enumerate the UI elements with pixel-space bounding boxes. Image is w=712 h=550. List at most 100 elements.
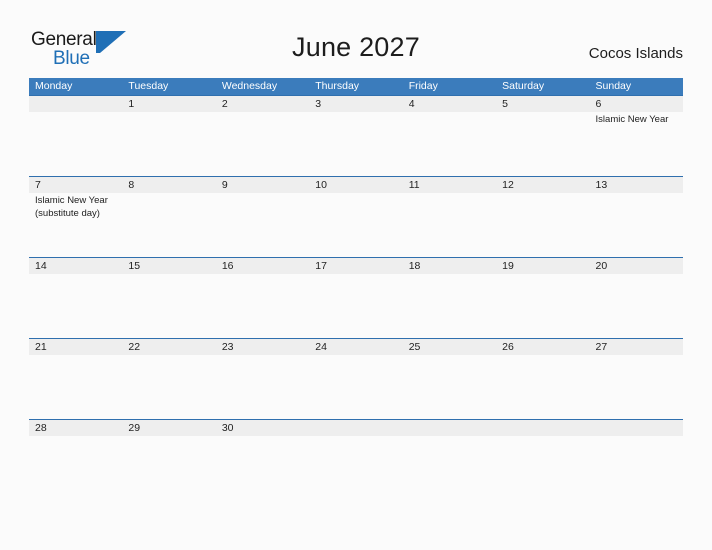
day-number-band bbox=[122, 96, 216, 112]
day-header-friday: Friday bbox=[408, 80, 438, 92]
day-number: 12 bbox=[502, 179, 514, 191]
calendar-week-cells: 7 Islamic New Year (substitute day) 8 9 10 11 1… bbox=[29, 177, 683, 257]
calendar-day-cell[interactable]: 1 bbox=[122, 96, 216, 176]
day-number: 5 bbox=[502, 98, 508, 110]
day-event-label: Islamic New Year bbox=[595, 114, 669, 125]
day-number: 16 bbox=[221, 260, 234, 272]
day-number: 19 bbox=[502, 260, 514, 272]
calendar-day-cell[interactable]: 25 bbox=[402, 339, 497, 419]
calendar-day-cell[interactable]: 8 bbox=[122, 177, 216, 257]
calendar-page: General Blue June 2027 Cocos Islands Mon… bbox=[0, 0, 712, 550]
day-events: Islamic New Year (substitute day) bbox=[35, 194, 119, 220]
calendar-day-cell[interactable]: 22 bbox=[122, 339, 216, 419]
day-number-band bbox=[496, 96, 590, 112]
calendar-day-cell[interactable]: 10 bbox=[309, 177, 403, 257]
day-number: 25 bbox=[408, 341, 421, 353]
day-number-band bbox=[29, 96, 123, 112]
day-header-monday: Monday bbox=[35, 80, 73, 92]
calendar-day-cell[interactable]: 2 bbox=[215, 96, 310, 176]
day-number-band bbox=[402, 420, 497, 436]
calendar-day-cell[interactable]: 6 Islamic New Year bbox=[589, 96, 683, 176]
calendar-day-cell[interactable]: 9 bbox=[215, 177, 310, 257]
calendar-day-cell[interactable]: 3 bbox=[309, 96, 403, 176]
day-number: 22 bbox=[128, 341, 141, 353]
day-event-label: Islamic New Year bbox=[35, 195, 108, 206]
day-number-band bbox=[496, 420, 590, 436]
calendar-day-cell[interactable]: 30 bbox=[215, 420, 310, 500]
day-number: 2 bbox=[221, 98, 228, 110]
calendar-day-cell[interactable]: 4 bbox=[402, 96, 497, 176]
calendar-day-cell[interactable]: 14 bbox=[29, 258, 123, 338]
day-number: 23 bbox=[221, 341, 234, 353]
day-number: 15 bbox=[128, 260, 141, 272]
day-number: 3 bbox=[315, 98, 322, 110]
calendar-week-cells: 14 15 16 17 18 19 20 bbox=[29, 258, 683, 338]
calendar-week-row: 21 22 23 24 25 26 27 bbox=[29, 338, 683, 419]
calendar-day-cell[interactable]: 13 bbox=[589, 177, 683, 257]
day-number-band bbox=[402, 96, 497, 112]
day-number-band bbox=[215, 96, 310, 112]
calendar-week-cells: 28 29 30 bbox=[29, 420, 683, 500]
region-label: Cocos Islands bbox=[588, 45, 683, 62]
day-number: 13 bbox=[595, 179, 608, 191]
day-header-wednesday: Wednesday bbox=[221, 80, 278, 92]
day-header-tuesday: Tuesday bbox=[128, 80, 169, 92]
day-number: 21 bbox=[35, 341, 47, 353]
calendar-empty-cell bbox=[496, 420, 590, 500]
calendar-empty-cell bbox=[309, 420, 403, 500]
calendar-day-cell[interactable]: 21 bbox=[29, 339, 123, 419]
calendar-week-row: 28 29 30 bbox=[29, 419, 683, 500]
calendar-day-cell[interactable]: 11 bbox=[402, 177, 497, 257]
day-number: 27 bbox=[595, 341, 608, 353]
day-number-band bbox=[589, 420, 683, 436]
day-number: 28 bbox=[35, 422, 47, 434]
calendar-day-cell[interactable]: 7 Islamic New Year (substitute day) bbox=[29, 177, 123, 257]
calendar-grid: Monday Tuesday Wednesday Thursday Friday… bbox=[29, 78, 683, 500]
calendar-empty-cell bbox=[589, 420, 683, 500]
day-number-band bbox=[215, 177, 310, 193]
calendar-day-cell[interactable]: 29 bbox=[122, 420, 216, 500]
calendar-empty-cell bbox=[29, 96, 123, 176]
day-event-label: (substitute day) bbox=[35, 208, 100, 219]
day-number: 18 bbox=[408, 260, 421, 272]
calendar-day-cell[interactable]: 27 bbox=[589, 339, 683, 419]
calendar-day-cell[interactable]: 18 bbox=[402, 258, 497, 338]
calendar-day-cell[interactable]: 24 bbox=[309, 339, 403, 419]
calendar-day-cell[interactable]: 15 bbox=[122, 258, 216, 338]
day-events: Islamic New Year bbox=[596, 113, 680, 126]
day-number: 8 bbox=[128, 179, 135, 191]
calendar-week-row: 14 15 16 17 18 19 20 bbox=[29, 257, 683, 338]
day-number: 24 bbox=[315, 341, 327, 353]
calendar-day-cell[interactable]: 5 bbox=[496, 96, 590, 176]
calendar-week-row: 1 2 3 4 5 6 Islamic New Year bbox=[29, 95, 683, 176]
calendar-day-cell[interactable]: 19 bbox=[496, 258, 590, 338]
day-number-band bbox=[122, 177, 216, 193]
calendar-day-cell[interactable]: 20 bbox=[589, 258, 683, 338]
page-header: General Blue June 2027 Cocos Islands bbox=[0, 0, 712, 78]
day-number: 4 bbox=[408, 98, 415, 110]
calendar-week-cells: 1 2 3 4 5 6 Islamic New Year bbox=[29, 96, 683, 176]
day-number-band bbox=[29, 177, 123, 193]
day-header-sunday: Sunday bbox=[595, 80, 632, 92]
calendar-empty-cell bbox=[402, 420, 497, 500]
day-number: 11 bbox=[408, 179, 420, 191]
calendar-day-cell[interactable]: 16 bbox=[215, 258, 310, 338]
calendar-week-row: 7 Islamic New Year (substitute day) 8 9 10 11 1… bbox=[29, 176, 683, 257]
calendar-day-cell[interactable]: 17 bbox=[309, 258, 403, 338]
calendar-day-cell[interactable]: 26 bbox=[496, 339, 590, 419]
day-number: 29 bbox=[128, 422, 141, 434]
day-number: 20 bbox=[595, 260, 608, 272]
calendar-day-cell[interactable]: 28 bbox=[29, 420, 123, 500]
day-header-saturday: Saturday bbox=[502, 80, 545, 92]
day-number-band bbox=[309, 420, 403, 436]
day-number: 17 bbox=[315, 260, 327, 272]
calendar-week-cells: 21 22 23 24 25 26 27 bbox=[29, 339, 683, 419]
calendar-day-cell[interactable]: 23 bbox=[215, 339, 310, 419]
day-number: 26 bbox=[502, 341, 514, 353]
day-number: 14 bbox=[35, 260, 47, 272]
calendar-weeks: 1 2 3 4 5 6 Islamic New Year 7 Islamic New Year(… bbox=[29, 95, 683, 500]
day-of-week-header-row: Monday Tuesday Wednesday Thursday Friday… bbox=[29, 78, 683, 95]
calendar-day-cell[interactable]: 12 bbox=[496, 177, 590, 257]
day-number: 1 bbox=[128, 98, 135, 110]
day-header-thursday: Thursday bbox=[315, 80, 360, 92]
